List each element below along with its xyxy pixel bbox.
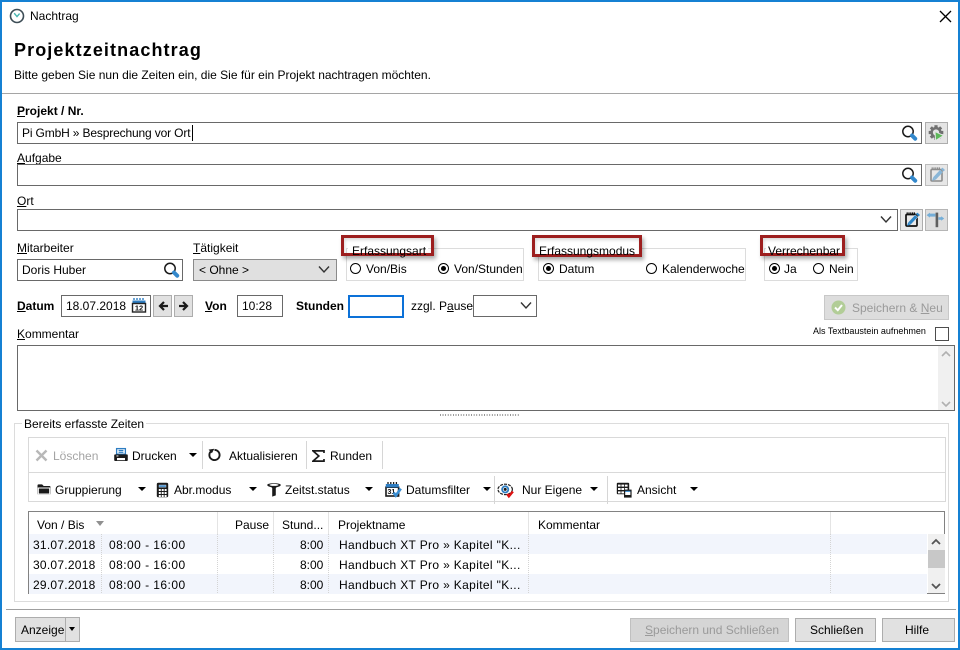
- svg-text:12: 12: [135, 304, 143, 313]
